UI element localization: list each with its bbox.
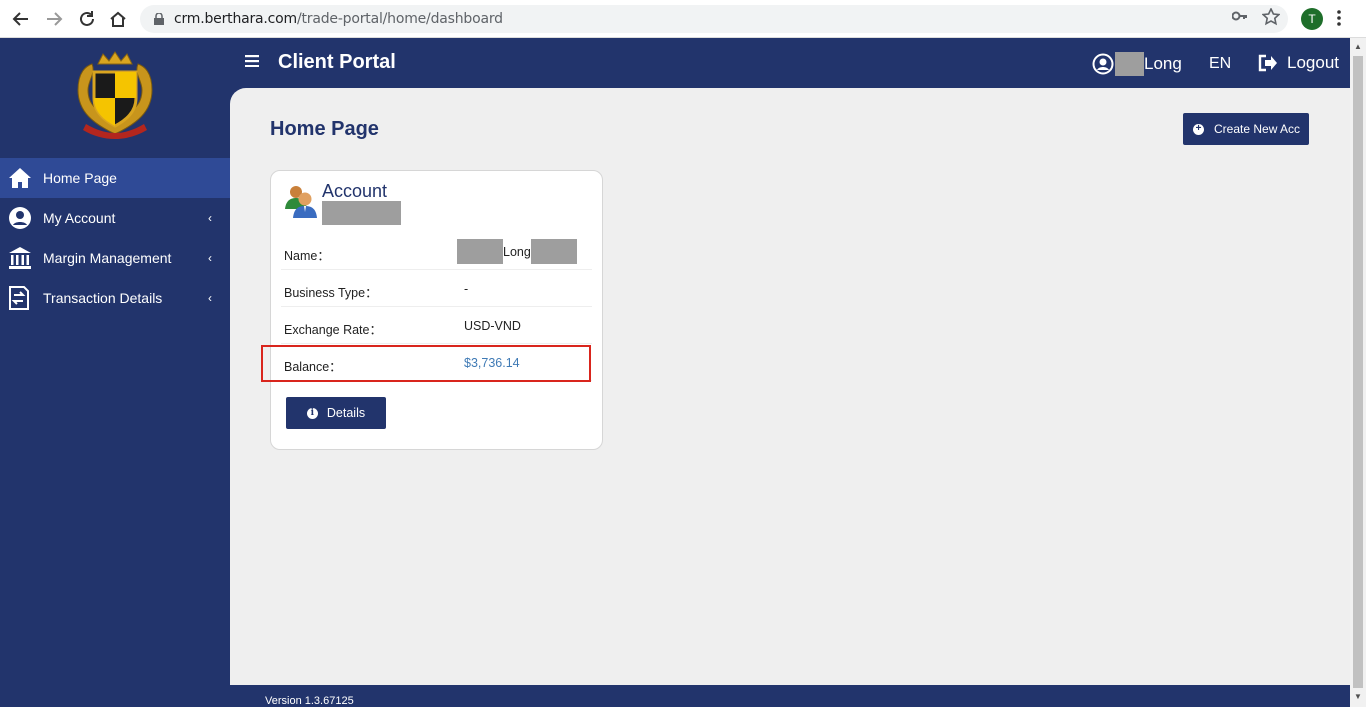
- top-navbar: Client Portal Long EN Logout: [230, 38, 1350, 88]
- sidebar-item-my-account[interactable]: My Account ‹: [0, 198, 230, 238]
- main-content: Home Page + Create New Acc Account Name：: [230, 88, 1350, 685]
- details-button[interactable]: i Details: [286, 397, 386, 429]
- create-button-label: Create New Acc: [1214, 122, 1301, 136]
- chevron-left-icon: ‹: [208, 291, 212, 305]
- account-card: Account Name： Long Business Type： - Exch…: [261, 170, 603, 450]
- portal-title: Client Portal: [278, 51, 396, 73]
- home-browser-icon[interactable]: [107, 8, 129, 30]
- page-title: Home Page: [270, 118, 379, 140]
- logout-label: Logout: [1287, 53, 1339, 72]
- scroll-thumb[interactable]: [1353, 56, 1363, 688]
- logout-icon: [1258, 54, 1277, 72]
- redacted-block: [322, 201, 401, 225]
- row-value: -: [464, 282, 469, 296]
- user-avatar-icon: [1092, 53, 1114, 75]
- user-name: Long: [1144, 54, 1182, 73]
- user-menu[interactable]: Long: [1092, 52, 1182, 76]
- scrollbar[interactable]: ▲ ▼: [1350, 38, 1366, 707]
- sidebar-item-label: Margin Management: [43, 250, 172, 266]
- address-bar[interactable]: crm.berthara.com/trade-portal/home/dashb…: [140, 5, 1288, 33]
- language-selector[interactable]: EN: [1209, 55, 1231, 73]
- version-text: Version 1.3.67125: [265, 695, 354, 707]
- bank-icon: [7, 245, 33, 271]
- sidebar-item-margin-management[interactable]: Margin Management ‹: [0, 238, 230, 278]
- row-label: Name：: [284, 249, 330, 263]
- account-title: Account: [322, 181, 388, 201]
- name-value: Long: [457, 239, 577, 264]
- row-label: Exchange Rate：: [284, 323, 382, 337]
- table-row: Business Type： -: [281, 270, 592, 307]
- home-icon: [7, 165, 33, 191]
- user-circle-icon: [7, 205, 33, 231]
- key-icon[interactable]: [1232, 10, 1248, 22]
- row-value: Long: [503, 244, 531, 259]
- sidebar-menu: Home Page My Account ‹ Margin Management…: [0, 158, 230, 318]
- account-details-table: Name： Long Business Type： - Exchange Rat…: [261, 233, 592, 382]
- star-icon[interactable]: [1262, 8, 1280, 26]
- create-new-account-button[interactable]: + Create New Acc: [1183, 113, 1309, 145]
- row-value: USD-VND: [464, 319, 521, 333]
- scroll-up-arrow-icon[interactable]: ▲: [1354, 42, 1362, 51]
- table-row: Exchange Rate： USD-VND: [281, 307, 592, 344]
- scroll-down-arrow-icon[interactable]: ▼: [1354, 692, 1362, 701]
- balance-highlight-box: [261, 345, 591, 382]
- account-users-icon: [285, 186, 317, 218]
- reload-icon[interactable]: [76, 8, 98, 30]
- sidebar-item-label: Transaction Details: [43, 290, 163, 306]
- transfer-icon: [7, 285, 33, 311]
- lock-icon: [154, 13, 164, 25]
- forward-arrow-icon[interactable]: [43, 8, 65, 30]
- sidebar: Home Page My Account ‹ Margin Management…: [0, 38, 230, 707]
- redacted-block: [530, 239, 577, 264]
- row-label: Business Type：: [284, 286, 378, 300]
- footer: Version 1.3.67125: [230, 685, 1350, 707]
- table-row: Name： Long: [281, 233, 592, 270]
- hamburger-menu-icon[interactable]: [245, 55, 259, 67]
- back-arrow-icon[interactable]: [10, 8, 32, 30]
- chevron-left-icon: ‹: [208, 211, 212, 225]
- url-text: crm.berthara.com/trade-portal/home/dashb…: [174, 11, 503, 27]
- redacted-block: [457, 239, 503, 264]
- sidebar-item-label: Home Page: [43, 170, 117, 186]
- profile-avatar[interactable]: T: [1301, 8, 1323, 30]
- more-vert-icon[interactable]: [1336, 9, 1342, 27]
- details-button-label: Details: [326, 406, 366, 420]
- info-circle-icon: i: [306, 407, 318, 419]
- sidebar-item-transaction-details[interactable]: Transaction Details ‹: [0, 278, 230, 318]
- sidebar-item-label: My Account: [43, 210, 116, 226]
- logout-button[interactable]: Logout: [1258, 53, 1339, 73]
- redacted-block: [1115, 52, 1144, 76]
- browser-toolbar: crm.berthara.com/trade-portal/home/dashb…: [0, 0, 1366, 38]
- chevron-left-icon: ‹: [208, 251, 212, 265]
- plus-circle-icon: +: [1193, 123, 1204, 135]
- app-frame: Home Page My Account ‹ Margin Management…: [0, 38, 1350, 707]
- company-logo: [77, 51, 153, 139]
- sidebar-item-home-page[interactable]: Home Page: [0, 158, 230, 198]
